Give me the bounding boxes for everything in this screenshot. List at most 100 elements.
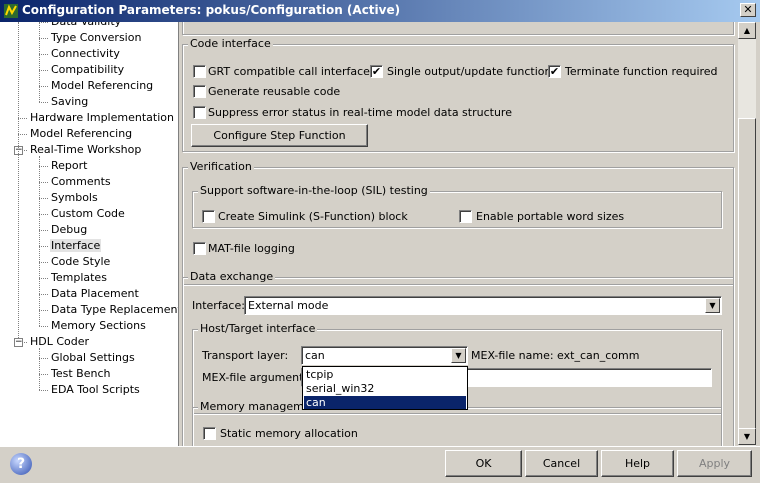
tree-item[interactable]: Model Referencing	[29, 126, 133, 142]
tree-item[interactable]: Comments	[50, 174, 112, 190]
tree-item[interactable]: Hardware Implementation	[29, 110, 175, 126]
tree-connector	[39, 374, 48, 375]
transport-layer-label: Transport layer:	[202, 349, 289, 362]
window-close-button[interactable]: ✕	[740, 3, 756, 17]
tree-connector	[39, 358, 48, 359]
code-interface-title: Code interface	[188, 37, 273, 50]
window-title: Configuration Parameters: pokus/Configur…	[22, 3, 401, 17]
terminate-checkbox[interactable]: ✔	[548, 65, 561, 78]
interface-dropdown[interactable]: External mode ▼	[244, 296, 722, 315]
tree-item-label: Connectivity	[51, 47, 120, 60]
sfunction-block-checkbox[interactable]	[202, 210, 215, 223]
data-exchange-title: Data exchange	[188, 270, 276, 283]
tree-connector	[39, 22, 40, 102]
title-bar[interactable]: Configuration Parameters: pokus/Configur…	[0, 0, 760, 22]
tree-item[interactable]: Connectivity	[50, 46, 121, 62]
tree-item-label: Symbols	[51, 191, 98, 204]
tree-connector	[39, 70, 48, 71]
apply-button[interactable]: Apply	[677, 450, 752, 477]
ok-button[interactable]: OK	[445, 450, 522, 477]
tree-item-label: Data Placement	[51, 287, 139, 300]
grt-call-checkbox[interactable]	[193, 65, 206, 78]
tree-item[interactable]: EDA Tool Scripts	[50, 382, 141, 398]
tree-item[interactable]: Test Bench	[50, 366, 111, 382]
tree-connector	[39, 102, 48, 103]
tree-connector	[39, 54, 48, 55]
tree-connector	[39, 182, 48, 183]
transport-layer-value: can	[305, 349, 325, 362]
terminate-label: Terminate function required	[565, 65, 718, 78]
tree-item[interactable]: Data Validity	[50, 22, 122, 30]
configure-step-function-button[interactable]: Configure Step Function	[191, 124, 368, 147]
help-icon[interactable]: ?	[10, 453, 32, 475]
config-tree[interactable]: Data Validity Type Conversion Connectivity…	[0, 22, 179, 446]
grt-call-label: GRT compatible call interface	[208, 65, 370, 78]
tree-item-label: Data Validity	[50, 22, 122, 28]
dialog-button-bar: ? OK Cancel Help Apply	[0, 446, 760, 483]
suppress-error-checkbox[interactable]	[193, 106, 206, 119]
tree-connector	[39, 278, 48, 279]
chevron-down-icon[interactable]: ▼	[451, 348, 466, 363]
tree-item-label: Test Bench	[51, 367, 111, 380]
transport-option[interactable]: tcpip	[304, 368, 466, 381]
tree-connector	[18, 22, 19, 338]
tree-item-label: Model Referencing	[51, 79, 154, 92]
tree-connector	[39, 246, 48, 247]
static-memory-checkbox[interactable]	[203, 427, 216, 440]
chevron-down-icon[interactable]: ▼	[705, 298, 720, 313]
tree-item[interactable]: Saving	[50, 94, 89, 110]
tree-item-label: Custom Code	[51, 207, 125, 220]
reusable-code-checkbox[interactable]	[193, 85, 206, 98]
static-memory-label: Static memory allocation	[220, 427, 358, 440]
tree-connector	[39, 294, 48, 295]
tree-item[interactable]: Data Placement	[50, 286, 140, 302]
tree-item[interactable]: Model Referencing	[50, 78, 154, 94]
tree-item-label: Hardware Implementation	[30, 111, 174, 124]
transport-layer-dropdown[interactable]: can ▼	[301, 346, 468, 365]
tree-item[interactable]: Real-Time Workshop	[29, 142, 142, 158]
help-button[interactable]: Help	[601, 450, 674, 477]
tree-connector	[39, 198, 48, 199]
scroll-down-button[interactable]: ▼	[738, 428, 756, 445]
portable-word-sizes-checkbox[interactable]	[459, 210, 472, 223]
single-output-checkbox[interactable]: ✔	[370, 65, 383, 78]
transport-option[interactable]: can	[304, 396, 466, 409]
tree-item[interactable]: Data Type Replacement	[50, 302, 178, 318]
tree-item[interactable]: Templates	[50, 270, 108, 286]
tree-item[interactable]: Memory Sections	[50, 318, 147, 334]
transport-option[interactable]: serial_win32	[304, 382, 466, 395]
tree-item[interactable]: Custom Code	[50, 206, 126, 222]
suppress-error-label: Suppress error status in real-time model…	[208, 106, 512, 119]
transport-layer-options[interactable]: tcpip serial_win32 can	[302, 366, 468, 410]
tree-item[interactable]: Compatibility	[50, 62, 125, 78]
scroll-thumb[interactable]	[738, 118, 756, 430]
tree-connector	[39, 214, 48, 215]
tree-connector	[39, 230, 48, 231]
tree-item[interactable]: Code Style	[50, 254, 111, 270]
tree-item[interactable]: Interface	[50, 238, 102, 254]
tree-item[interactable]: Report	[50, 158, 88, 174]
tree-item-label: Real-Time Workshop	[30, 143, 142, 156]
tree-item-label: HDL Coder	[30, 335, 90, 348]
tree-item-label: Type Conversion	[51, 31, 142, 44]
tree-item[interactable]: Type Conversion	[50, 30, 142, 46]
tree-item-label: Report	[51, 159, 88, 172]
host-target-title: Host/Target interface	[198, 322, 318, 335]
tree-item-label: Saving	[51, 95, 89, 108]
tree-connector	[39, 326, 48, 327]
tree-item[interactable]: Symbols	[50, 190, 99, 206]
check-icon: ✔	[371, 65, 382, 78]
check-icon: ✔	[549, 65, 560, 78]
simulink-app-icon	[4, 4, 18, 18]
tree-item[interactable]: Debug	[50, 222, 88, 238]
cancel-button[interactable]: Cancel	[525, 450, 598, 477]
tree-item-label: Code Style	[51, 255, 111, 268]
mat-file-logging-checkbox[interactable]	[193, 242, 206, 255]
tree-connector	[39, 22, 48, 23]
vertical-scrollbar[interactable]: ▲ ▼	[738, 22, 756, 446]
tree-connector	[39, 348, 40, 390]
close-icon: ✕	[743, 3, 753, 16]
collapse-icon[interactable]: −	[14, 338, 23, 347]
tree-item[interactable]: Global Settings	[50, 350, 136, 366]
scroll-up-button[interactable]: ▲	[738, 22, 756, 39]
